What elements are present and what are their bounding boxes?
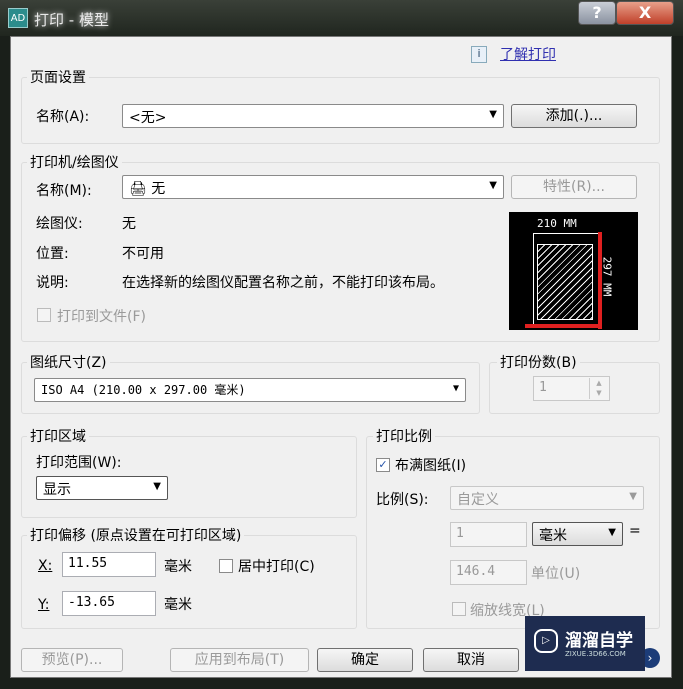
- fit-to-paper-label: 布满图纸(I): [395, 458, 467, 474]
- offset-y-unit: 毫米: [164, 597, 192, 613]
- location-value: 不可用: [122, 246, 164, 262]
- equals-sign: =: [629, 523, 641, 539]
- apply-to-layout-button[interactable]: 应用到布局(T): [170, 648, 309, 672]
- printer-icon: 🖨: [129, 181, 147, 197]
- page-setup-value: <无>: [129, 110, 167, 126]
- offset-x-label: X:: [38, 558, 53, 574]
- fit-to-paper-checkbox[interactable]: ✓: [376, 458, 390, 472]
- paper-size-select[interactable]: ISO A4 (210.00 x 297.00 毫米) ▼: [34, 378, 466, 402]
- units-label: 单位(U): [531, 566, 581, 582]
- paper-size-label: 图纸尺寸(Z): [27, 352, 110, 372]
- window-title: 打印 - 模型: [34, 11, 109, 29]
- offset-x-value: 11.55: [68, 556, 108, 571]
- ok-button[interactable]: 确定: [317, 648, 413, 672]
- scale-unit-select[interactable]: 毫米 ▼: [532, 522, 623, 546]
- plotter-select[interactable]: 🖨 无 ▼: [122, 175, 504, 199]
- units-input[interactable]: 146.4: [450, 560, 527, 585]
- paper-size-value: ISO A4 (210.00 x 297.00 毫米): [41, 383, 246, 397]
- add-button[interactable]: 添加(.)...: [511, 104, 637, 128]
- chevron-down-icon: ▼: [153, 481, 161, 492]
- app-icon: AD: [8, 8, 28, 28]
- print-to-file-label: 打印到文件(F): [57, 309, 146, 325]
- plotter-name-label: 名称(M):: [36, 183, 92, 199]
- copies-label: 打印份数(B): [497, 352, 580, 372]
- center-plot-checkbox[interactable]: [219, 559, 233, 573]
- close-button[interactable]: X: [616, 1, 674, 25]
- page-setup-name-label: 名称(A):: [36, 109, 90, 125]
- print-to-file-checkbox[interactable]: [37, 308, 51, 322]
- description-value: 在选择新的绘图仪配置名称之前，不能打印该布局。: [122, 275, 444, 291]
- scale-select[interactable]: 自定义 ▼: [450, 486, 644, 510]
- copies-value: 1: [539, 380, 547, 395]
- plot-scale-label: 打印比例: [373, 426, 435, 446]
- info-icon: i: [471, 46, 487, 63]
- plot-offset-label: 打印偏移 (原点设置在可打印区域): [27, 525, 245, 545]
- help-button[interactable]: ?: [578, 1, 616, 25]
- page-setup-label: 页面设置: [27, 67, 89, 87]
- preview-button[interactable]: 预览(P)...: [21, 648, 123, 672]
- plotter-device-value: 无: [122, 216, 136, 232]
- plot-range-value: 显示: [43, 482, 71, 498]
- plot-range-label: 打印范围(W):: [36, 455, 122, 471]
- chevron-down-icon: ▼: [629, 491, 637, 502]
- scale-lineweights-checkbox[interactable]: [452, 602, 466, 616]
- printable-area-hatch: [537, 244, 593, 320]
- copies-spinner[interactable]: ▲ ▼: [589, 378, 608, 399]
- offset-y-value: -13.65: [68, 595, 115, 610]
- plotter-device-label: 绘图仪:: [36, 216, 83, 232]
- preview-width-label: 210 MM: [537, 217, 577, 230]
- location-label: 位置:: [36, 246, 69, 262]
- cancel-button[interactable]: 取消: [423, 648, 519, 672]
- scale-value: 自定义: [457, 492, 499, 508]
- offset-x-input[interactable]: 11.55: [62, 552, 156, 577]
- properties-button[interactable]: 特性(R)...: [511, 175, 637, 199]
- chevron-down-icon: ▼: [452, 383, 459, 394]
- units-value: 146.4: [456, 564, 496, 579]
- plotter-value: 无: [151, 181, 166, 197]
- play-icon: ▷: [534, 629, 558, 653]
- preview-height-label: 297 MM: [600, 256, 614, 297]
- watermark-url: ZIXUE.3D66.COM: [565, 650, 626, 658]
- offset-y-input[interactable]: -13.65: [62, 591, 156, 616]
- description-label: 说明:: [36, 275, 69, 291]
- scale-unit-value: 毫米: [539, 528, 567, 544]
- paper-preview: 210 MM 297 MM: [509, 212, 638, 330]
- chevron-down-icon: ▼: [608, 527, 616, 538]
- page-setup-select[interactable]: <无> ▼: [122, 104, 504, 128]
- center-plot-label: 居中打印(C): [238, 559, 315, 575]
- scale-label: 比例(S):: [376, 492, 429, 508]
- chevron-down-icon: ▼: [489, 180, 497, 191]
- plot-range-select[interactable]: 显示 ▼: [36, 476, 168, 500]
- watermark-name: 溜溜自学: [565, 631, 633, 651]
- learn-print-link[interactable]: 了解打印: [500, 44, 556, 64]
- plot-area-label: 打印区域: [27, 426, 89, 446]
- offset-y-label: Y:: [38, 597, 50, 613]
- watermark: ▷ 溜溜自学 ZIXUE.3D66.COM: [525, 616, 645, 671]
- scale-number-input[interactable]: 1: [450, 522, 527, 547]
- scale-number-value: 1: [456, 526, 464, 541]
- offset-x-unit: 毫米: [164, 559, 192, 575]
- plotter-label: 打印机/绘图仪: [27, 152, 122, 172]
- chevron-down-icon: ▼: [489, 109, 497, 120]
